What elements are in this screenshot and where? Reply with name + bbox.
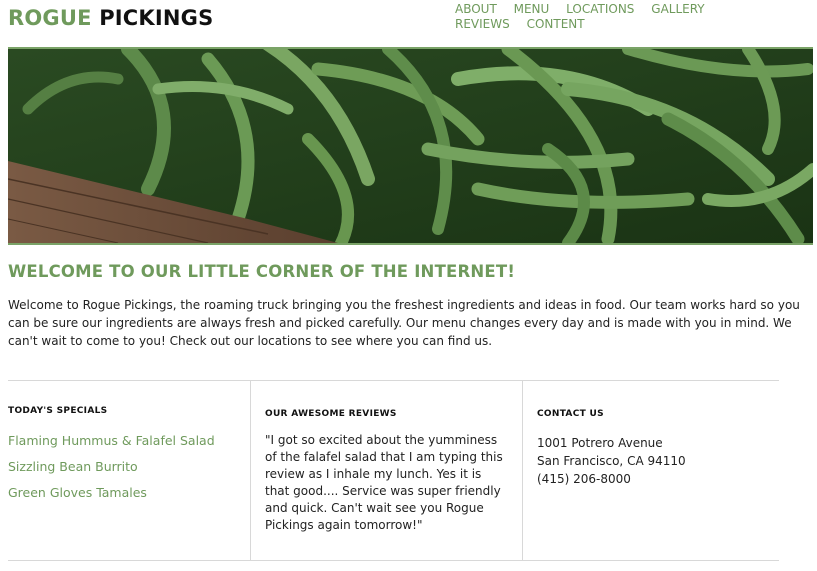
site-logo[interactable]: ROGUE PICKINGS (8, 6, 213, 30)
site-header: ROGUE PICKINGS ABOUT MENU LOCATIONS GALL… (0, 0, 817, 48)
column-separator-2 (522, 381, 523, 560)
logo-word-rogue: ROGUE (8, 6, 92, 30)
contact-phone[interactable]: (415) 206-8000 (537, 472, 631, 486)
reviews-title: OUR AWESOME REVIEWS (265, 409, 397, 419)
contact-title: CONTACT US (537, 409, 604, 419)
special-item[interactable]: Flaming Hummus & Falafel Salad (8, 433, 215, 448)
section-divider-bottom (8, 560, 779, 561)
special-item[interactable]: Green Gloves Tamales (8, 485, 147, 500)
contact-address-line-2: San Francisco, CA 94110 (537, 454, 686, 468)
nav-about[interactable]: ABOUT (455, 2, 497, 17)
nav-content[interactable]: CONTENT (527, 17, 585, 32)
nav-gallery[interactable]: GALLERY (651, 2, 704, 17)
main-nav: ABOUT MENU LOCATIONS GALLERY REVIEWS CON… (455, 2, 785, 32)
special-item[interactable]: Sizzling Bean Burrito (8, 459, 138, 474)
contact-address-line-1: 1001 Potrero Avenue (537, 436, 663, 450)
specials-title: TODAY'S SPECIALS (8, 406, 108, 416)
welcome-paragraph: Welcome to Rogue Pickings, the roaming t… (8, 298, 800, 348)
green-beans-photo (8, 49, 813, 243)
nav-reviews[interactable]: REVIEWS (455, 17, 510, 32)
column-separator-1 (250, 381, 251, 560)
logo-word-pickings: PICKINGS (99, 6, 214, 30)
review-quote: "I got so excited about the yumminess of… (265, 433, 503, 532)
nav-locations[interactable]: LOCATIONS (566, 2, 634, 17)
hero-image (8, 47, 813, 245)
nav-menu[interactable]: MENU (514, 2, 550, 17)
welcome-heading: WELCOME TO OUR LITTLE CORNER OF THE INTE… (8, 262, 516, 281)
section-divider-top (8, 380, 779, 381)
